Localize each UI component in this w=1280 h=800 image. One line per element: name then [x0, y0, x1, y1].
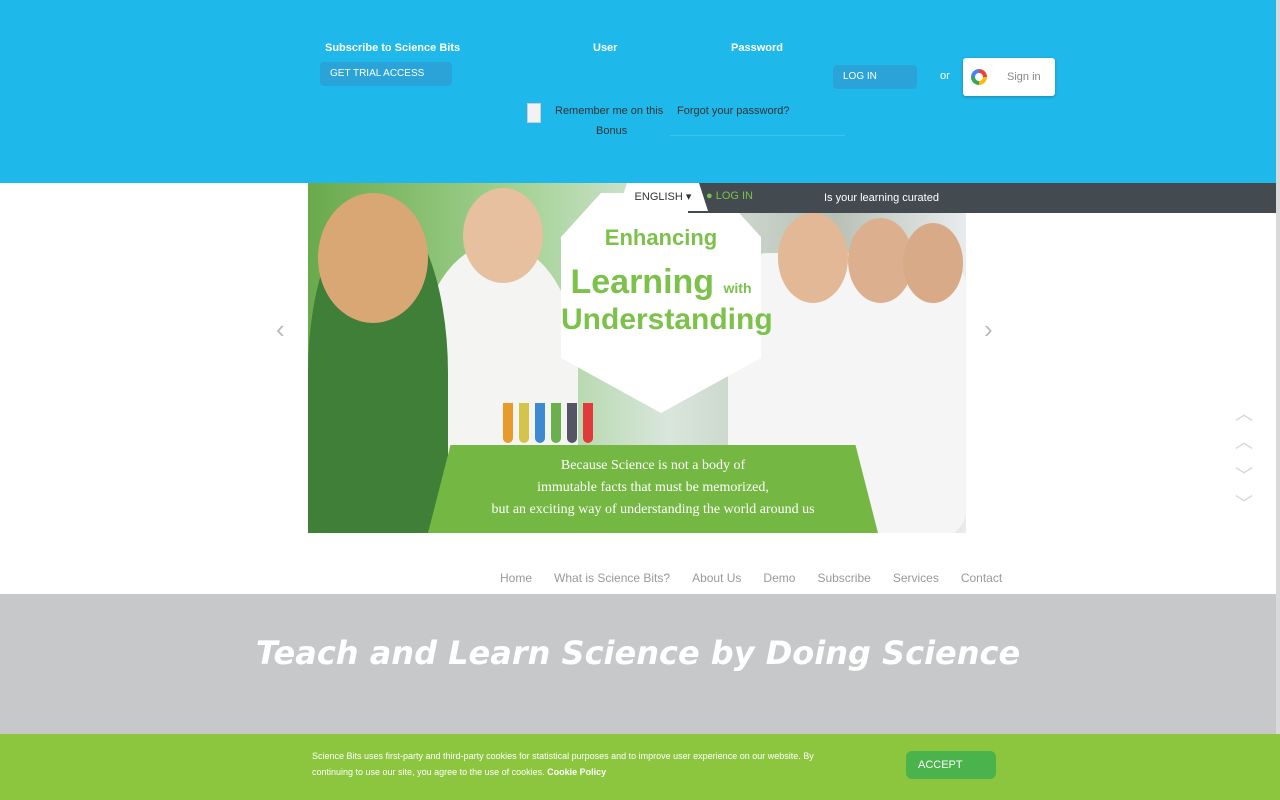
caption-line: Because Science is not a body of	[560, 458, 746, 473]
nav-item-demo[interactable]: Demo	[763, 571, 795, 585]
test-tube	[567, 403, 577, 443]
slider-caption: Because Science is not a body of immutab…	[428, 445, 878, 533]
teacher-head	[463, 188, 543, 283]
woman-head	[318, 193, 428, 323]
slider-prev-arrow-icon[interactable]: ‹	[276, 314, 285, 345]
divider	[670, 118, 845, 136]
student-head	[778, 213, 848, 303]
main-nav: Home What is Science Bits? About Us Demo…	[500, 571, 1002, 585]
hero-slider: Enhancing Learning with Understanding Be…	[308, 183, 966, 533]
remember-me-label: Remember me on this	[555, 105, 664, 117]
or-text: or	[940, 70, 950, 82]
slogan-small-word: with	[723, 280, 752, 296]
nav-item-services[interactable]: Services	[893, 571, 939, 585]
language-selector[interactable]: ENGLISH ▾	[618, 183, 708, 211]
google-icon	[971, 69, 987, 85]
subscribe-label: Subscribe to Science Bits	[325, 42, 461, 54]
student-head	[903, 223, 963, 303]
nav-item-home[interactable]: Home	[500, 571, 532, 585]
caption-line: but an exciting way of understanding the…	[491, 502, 815, 517]
slogan-line-3: Understanding	[561, 303, 773, 336]
account-tagline: Is your learning curated	[824, 192, 939, 204]
banner-title: Teach and Learn Science by Doing Science	[255, 634, 1021, 672]
cookie-bar: Science Bits uses first-party and third-…	[0, 734, 1280, 800]
login-button[interactable]: LOG IN	[833, 65, 917, 89]
test-tube	[503, 403, 513, 443]
cookie-accept-button[interactable]: ACCEPT	[906, 751, 996, 779]
nav-item-subscribe[interactable]: Subscribe	[817, 571, 870, 585]
trial-access-button[interactable]: GET TRIAL ACCESS	[320, 62, 452, 86]
test-tube	[535, 403, 545, 443]
lock-icon: ●	[706, 190, 713, 202]
bonus-text: Bonus	[596, 125, 628, 137]
caption-line: immutable facts that must be memorized,	[537, 480, 769, 495]
scroll-top-icon[interactable]: ︿	[1233, 400, 1255, 426]
page-scrollbar[interactable]	[1276, 0, 1280, 800]
forgot-password-link[interactable]: Forgot your password?	[677, 105, 790, 117]
google-signin-button[interactable]: Sign in	[963, 58, 1055, 96]
account-bar: ENGLISH ▾ ● LOG IN Is your learning cura…	[618, 183, 1276, 213]
test-tube	[551, 403, 561, 443]
user-label: User	[593, 42, 618, 54]
slogan-line-2: Learning with	[561, 263, 761, 302]
scroll-up-icon[interactable]: ︿	[1233, 428, 1255, 454]
account-login-label: LOG IN	[715, 190, 754, 202]
test-tube	[583, 403, 593, 443]
nav-item-contact[interactable]: Contact	[961, 571, 1002, 585]
remember-me-checkbox[interactable]	[527, 103, 541, 123]
language-label: ENGLISH	[634, 191, 683, 203]
tagline-banner: Teach and Learn Science by Doing Science	[0, 594, 1276, 734]
nav-item-about[interactable]: About Us	[692, 571, 741, 585]
scroll-down-icon[interactable]: ﹀	[1233, 462, 1255, 488]
scroll-bottom-icon[interactable]: ﹀	[1233, 490, 1255, 516]
google-signin-label: Sign in	[1007, 71, 1041, 83]
test-tube	[519, 403, 529, 443]
chevron-down-icon: ▾	[685, 191, 692, 203]
nav-item-what-is[interactable]: What is Science Bits?	[554, 571, 670, 585]
slogan-line-1: Enhancing	[604, 225, 718, 250]
test-tubes	[503, 403, 593, 443]
login-header: Subscribe to Science Bits GET TRIAL ACCE…	[0, 0, 1276, 183]
account-login-link[interactable]: ● LOG IN	[706, 190, 753, 202]
slider-next-arrow-icon[interactable]: ›	[984, 314, 993, 345]
cookie-policy-link[interactable]: Cookie Policy	[547, 767, 606, 777]
password-label: Password	[731, 42, 783, 54]
slogan-word: Learning	[570, 263, 715, 301]
cookie-text: Science Bits uses first-party and third-…	[312, 748, 852, 780]
